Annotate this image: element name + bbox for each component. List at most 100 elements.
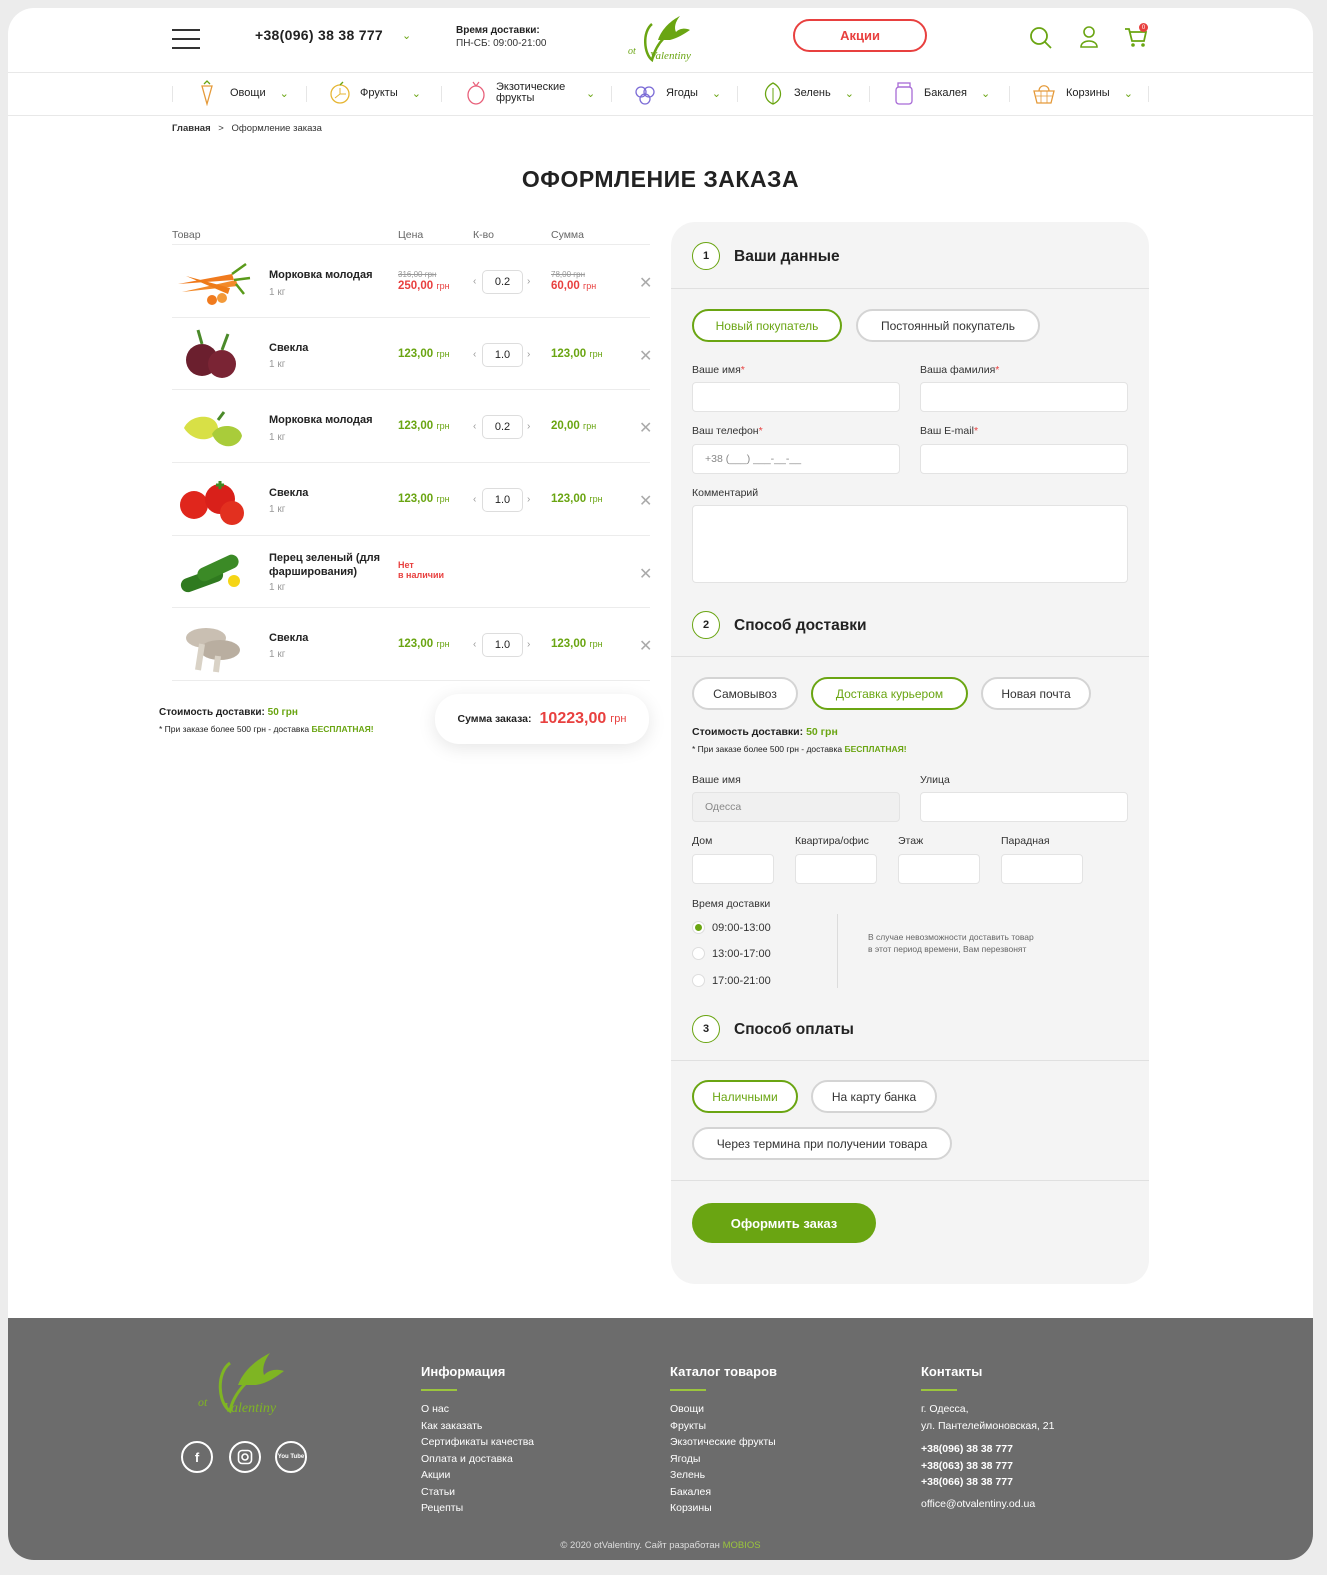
nav-item-berries[interactable]: Ягоды ⌄ [633,80,721,106]
qty-increase-icon[interactable]: › [527,421,530,432]
card-option[interactable]: На карту банка [811,1080,937,1113]
time-option-2[interactable]: 13:00-17:00 [692,947,771,960]
radio-button[interactable] [692,921,705,934]
qty-input[interactable]: 1.0 [482,343,523,367]
promo-button[interactable]: Акции [793,19,927,52]
nova-poshta-option[interactable]: Новая почта [981,677,1091,710]
product-name[interactable]: Свекла [269,341,308,355]
footer-link[interactable]: Сертификаты качества [421,1434,534,1451]
terminal-option[interactable]: Через термина при получении товара [692,1127,952,1160]
city-input[interactable]: Одесса [692,792,900,822]
youtube-icon[interactable]: You Tube [275,1441,307,1473]
time-divider [837,914,838,988]
footer-link[interactable]: Рецепты [421,1500,534,1517]
qty-decrease-icon[interactable]: ‹ [473,276,476,287]
jar-icon [895,82,913,105]
col-header-sum: Сумма [551,229,584,241]
footer-phones: +38(096) 38 38 777 +38(063) 38 38 777 +3… [921,1441,1013,1491]
courier-option[interactable]: Доставка курьером [811,677,968,710]
time-option-3[interactable]: 17:00-21:00 [692,974,771,987]
footer-email[interactable]: office@otvalentiny.od.ua [921,1496,1035,1513]
street-input[interactable] [920,792,1128,822]
footer-link[interactable]: Экзотические фрукты [670,1434,776,1451]
qty-decrease-icon[interactable]: ‹ [473,494,476,505]
qty-increase-icon[interactable]: › [527,494,530,505]
remove-item-icon[interactable]: ✕ [639,636,652,656]
page: +38(096) 38 38 777 ⌄ Время доставки: ПН-… [8,8,1313,1560]
footer-link[interactable]: Корзины [670,1500,776,1517]
footer-link[interactable]: Фрукты [670,1418,776,1435]
cash-option[interactable]: Наличными [692,1080,798,1113]
footer-link[interactable]: Статьи [421,1484,534,1501]
instagram-icon[interactable] [229,1441,261,1473]
product-name[interactable]: Свекла [269,486,308,500]
nav-item-baskets[interactable]: Корзины ⌄ [1031,80,1133,106]
footer-phone[interactable]: +38(063) 38 38 777 [921,1458,1013,1475]
product-name[interactable]: Перец зеленый (для фарширования) [269,551,393,579]
new-buyer-tab[interactable]: Новый покупатель [692,309,842,342]
footer-link[interactable]: Ягоды [670,1451,776,1468]
product-name[interactable]: Свекла [269,631,308,645]
qty-input[interactable]: 1.0 [482,488,523,512]
facebook-icon[interactable]: f [181,1441,213,1473]
product-image-beet [172,326,252,391]
footer-link[interactable]: Зелень [670,1467,776,1484]
floor-input[interactable] [898,854,980,884]
footer-phone[interactable]: +38(096) 38 38 777 [921,1441,1013,1458]
remove-item-icon[interactable]: ✕ [639,491,652,511]
phone-input[interactable]: +38 (___) ___-__-__ [692,444,900,474]
nav-separator [1009,86,1010,102]
qty-increase-icon[interactable]: › [527,276,530,287]
nav-item-grocery[interactable]: Бакалея ⌄ [892,80,990,106]
user-icon[interactable] [1079,25,1099,54]
product-name[interactable]: Морковка молодая [269,413,373,427]
last-name-input[interactable] [920,382,1128,412]
footer-logo[interactable]: ot Valentiny [198,1343,288,1423]
qty-decrease-icon[interactable]: ‹ [473,639,476,650]
footer-link[interactable]: Акции [421,1467,534,1484]
nav-item-greens[interactable]: Зелень ⌄ [761,80,854,106]
comment-textarea[interactable] [692,505,1128,583]
time-option-1[interactable]: 09:00-13:00 [692,921,771,934]
nav-label: Ягоды [666,87,698,99]
header-phone[interactable]: +38(096) 38 38 777 [255,27,383,43]
qty-input[interactable]: 1.0 [482,633,523,657]
email-input[interactable] [920,444,1128,474]
site-logo[interactable]: ot Valentiny [628,10,698,68]
chevron-down-icon[interactable]: ⌄ [402,29,411,42]
radio-button[interactable] [692,947,705,960]
product-name[interactable]: Морковка молодая [269,268,373,282]
nav-item-fruits[interactable]: Фрукты ⌄ [327,80,421,106]
qty-input[interactable]: 0.2 [482,415,523,439]
nav-item-vegetables[interactable]: Овощи ⌄ [194,80,289,106]
house-input[interactable] [692,854,774,884]
nav-item-exotic-fruits[interactable]: Экзотические фрукты ⌄ [464,80,595,106]
qty-increase-icon[interactable]: › [527,639,530,650]
radio-button[interactable] [692,974,705,987]
qty-decrease-icon[interactable]: ‹ [473,349,476,360]
qty-input[interactable]: 0.2 [482,270,523,294]
first-name-input[interactable] [692,382,900,412]
breadcrumb-home[interactable]: Главная [172,123,211,134]
footer-link[interactable]: Оплата и доставка [421,1451,534,1468]
footer-link[interactable]: Как заказать [421,1418,534,1435]
submit-order-button[interactable]: Оформить заказ [692,1203,876,1243]
footer-link[interactable]: О нас [421,1401,534,1418]
pickup-option[interactable]: Самовывоз [692,677,798,710]
apartment-input[interactable] [795,854,877,884]
qty-increase-icon[interactable]: › [527,349,530,360]
remove-item-icon[interactable]: ✕ [639,564,652,584]
regular-buyer-tab[interactable]: Постоянный покупатель [856,309,1040,342]
remove-item-icon[interactable]: ✕ [639,273,652,293]
footer-phone[interactable]: +38(066) 38 38 777 [921,1474,1013,1491]
entrance-input[interactable] [1001,854,1083,884]
apartment-label: Квартира/офис [795,835,869,847]
search-icon[interactable] [1029,26,1053,55]
remove-item-icon[interactable]: ✕ [639,418,652,438]
remove-item-icon[interactable]: ✕ [639,346,652,366]
developer-link[interactable]: MOBIOS [723,1540,761,1551]
qty-decrease-icon[interactable]: ‹ [473,421,476,432]
footer-link[interactable]: Овощи [670,1401,776,1418]
menu-burger-icon[interactable] [172,29,200,56]
footer-link[interactable]: Бакалея [670,1484,776,1501]
